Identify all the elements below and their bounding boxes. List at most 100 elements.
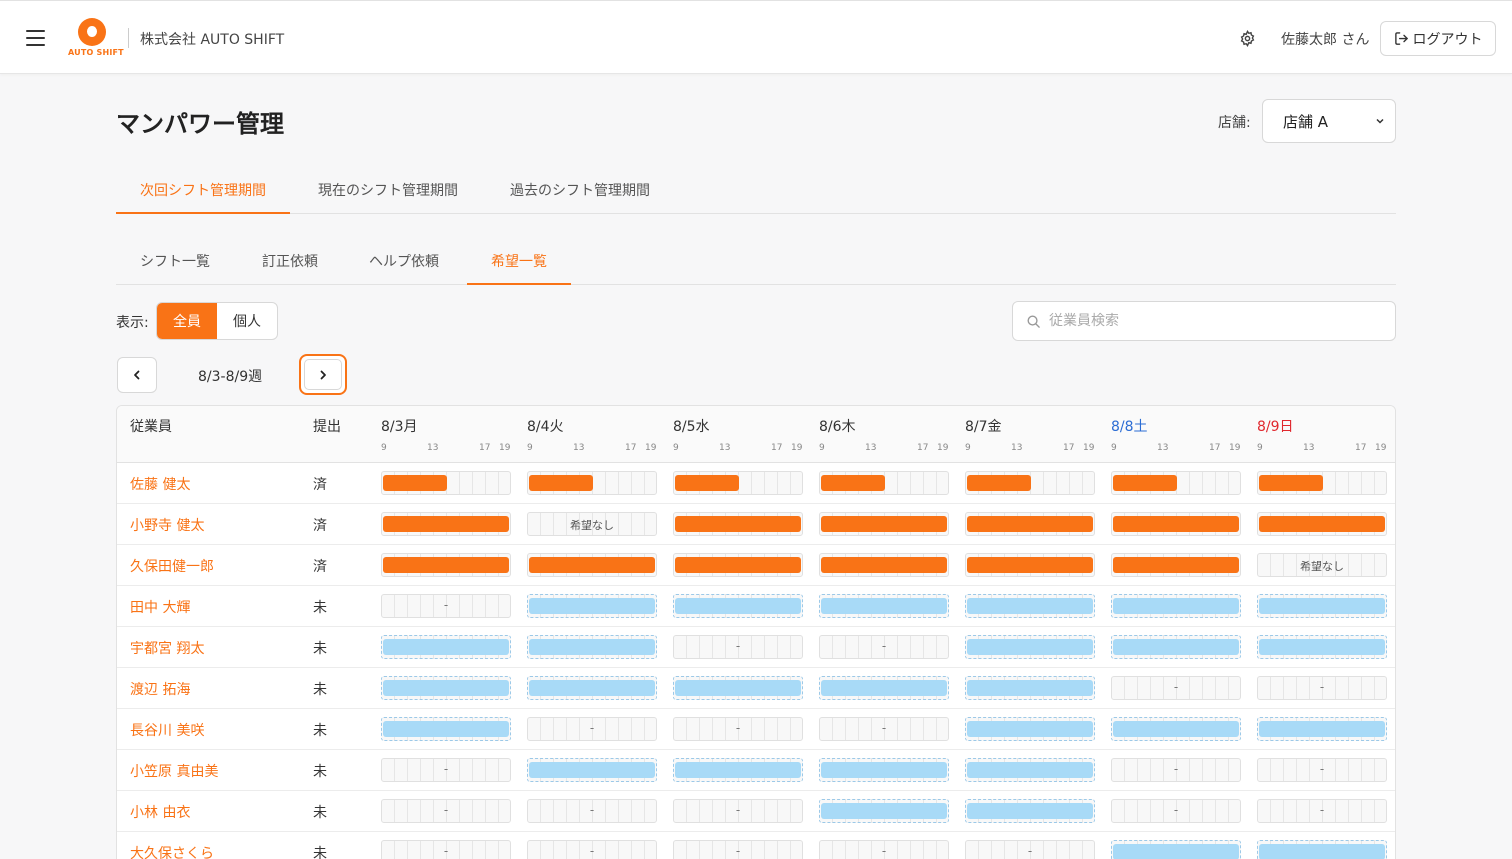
shift-request-cell[interactable] (819, 594, 949, 618)
shift-request-cell[interactable]: - (1257, 799, 1387, 823)
shift-request-cell[interactable] (527, 635, 657, 659)
shift-request-cell[interactable] (1257, 471, 1387, 495)
shift-request-cell[interactable] (965, 635, 1095, 659)
display-label: 表示: (116, 315, 149, 331)
shift-request-cell[interactable] (965, 717, 1095, 741)
employee-name-link[interactable]: 大久保さくら (130, 843, 214, 859)
shift-request-cell[interactable]: - (819, 840, 949, 859)
shift-request-cell[interactable] (819, 553, 949, 577)
shift-request-cell[interactable]: - (819, 635, 949, 659)
shift-request-cell[interactable]: - (527, 799, 657, 823)
shift-request-cell[interactable]: - (673, 840, 803, 859)
shift-request-cell[interactable] (673, 553, 803, 577)
shift-request-cell[interactable] (1111, 635, 1241, 659)
shift-request-cell[interactable] (1257, 717, 1387, 741)
toggle-all[interactable]: 全員 (157, 303, 217, 339)
shift-request-cell[interactable] (965, 594, 1095, 618)
shift-request-cell[interactable] (1111, 840, 1241, 859)
brand-logo[interactable]: AUTO SHIFT (68, 17, 124, 59)
shift-request-cell[interactable]: 希望なし (1257, 553, 1387, 577)
shift-request-cell[interactable] (1257, 512, 1387, 536)
shift-request-cell[interactable] (1111, 512, 1241, 536)
shift-request-cell[interactable]: - (381, 840, 511, 859)
shift-request-cell[interactable] (819, 471, 949, 495)
tab-request-list[interactable]: 希望一覧 (467, 238, 571, 285)
shift-request-cell[interactable] (673, 471, 803, 495)
shift-request-cell[interactable]: - (527, 717, 657, 741)
shift-request-cell[interactable] (527, 758, 657, 782)
tab-next-period[interactable]: 次回シフト管理期間 (116, 166, 290, 214)
shift-request-cell[interactable]: - (673, 717, 803, 741)
shift-request-cell[interactable]: - (673, 635, 803, 659)
shift-request-cell[interactable]: - (1111, 676, 1241, 700)
shift-request-cell[interactable]: - (381, 594, 511, 618)
previous-week-button[interactable] (117, 357, 157, 393)
shift-request-cell[interactable]: - (381, 758, 511, 782)
availability-bar (1113, 598, 1239, 614)
shift-request-cell[interactable]: - (1257, 676, 1387, 700)
shift-request-cell[interactable] (1257, 635, 1387, 659)
shift-request-cell[interactable]: - (1257, 758, 1387, 782)
shift-request-cell[interactable] (527, 471, 657, 495)
shift-request-cell[interactable] (819, 758, 949, 782)
logout-button[interactable]: ログアウト (1380, 21, 1496, 56)
shift-request-cell[interactable] (1111, 717, 1241, 741)
shift-request-cell[interactable] (527, 553, 657, 577)
shift-request-cell[interactable] (673, 758, 803, 782)
view-tabs: シフト一覧 訂正依頼 ヘルプ依頼 希望一覧 (116, 238, 1396, 285)
employee-name-link[interactable]: 小笠原 真由美 (130, 761, 218, 781)
tab-correction-requests[interactable]: 訂正依頼 (242, 238, 338, 284)
shift-request-cell[interactable] (673, 512, 803, 536)
shift-request-cell[interactable] (1111, 553, 1241, 577)
next-week-button[interactable] (299, 354, 347, 395)
shift-request-cell[interactable] (1257, 840, 1387, 859)
shift-request-cell[interactable] (965, 512, 1095, 536)
shift-request-cell[interactable] (819, 512, 949, 536)
employee-name-link[interactable]: 小林 由衣 (130, 802, 190, 822)
shift-request-cell[interactable] (965, 676, 1095, 700)
shift-request-cell[interactable]: - (965, 840, 1095, 859)
shift-request-cell[interactable] (965, 471, 1095, 495)
shift-request-cell[interactable] (673, 594, 803, 618)
employee-name-link[interactable]: 田中 大輝 (130, 597, 190, 617)
menu-icon[interactable] (26, 30, 45, 46)
shift-request-cell[interactable] (381, 512, 511, 536)
shift-request-cell[interactable]: - (819, 717, 949, 741)
employee-name-link[interactable]: 宇都宮 翔太 (130, 638, 204, 658)
shift-request-cell[interactable] (673, 676, 803, 700)
toggle-individual[interactable]: 個人 (217, 303, 277, 339)
gear-icon[interactable] (1239, 30, 1256, 47)
tab-shift-list[interactable]: シフト一覧 (116, 238, 234, 284)
store-select[interactable]: 店舗 A (1262, 99, 1396, 143)
shift-request-cell[interactable] (819, 676, 949, 700)
shift-request-cell[interactable] (1111, 471, 1241, 495)
shift-request-cell[interactable]: - (673, 799, 803, 823)
shift-request-cell[interactable]: - (381, 799, 511, 823)
shift-request-cell[interactable] (819, 799, 949, 823)
search-input[interactable] (1049, 302, 1389, 340)
shift-request-cell[interactable] (381, 676, 511, 700)
employee-name-link[interactable]: 小野寺 健太 (130, 515, 204, 535)
tab-help-requests[interactable]: ヘルプ依頼 (352, 238, 456, 284)
shift-request-cell[interactable] (381, 635, 511, 659)
employee-name-link[interactable]: 佐藤 健太 (130, 474, 190, 494)
tab-current-period[interactable]: 現在のシフト管理期間 (302, 166, 474, 213)
shift-request-cell[interactable] (381, 553, 511, 577)
shift-request-cell[interactable]: - (527, 840, 657, 859)
tab-past-period[interactable]: 過去のシフト管理期間 (494, 166, 666, 213)
shift-request-cell[interactable] (381, 717, 511, 741)
employee-name-link[interactable]: 長谷川 美咲 (130, 720, 204, 740)
employee-name-link[interactable]: 久保田健一郎 (130, 556, 214, 576)
shift-request-cell[interactable] (527, 594, 657, 618)
shift-request-cell[interactable]: - (1111, 799, 1241, 823)
shift-request-cell[interactable] (1257, 594, 1387, 618)
shift-request-cell[interactable] (1111, 594, 1241, 618)
shift-request-cell[interactable] (965, 758, 1095, 782)
shift-request-cell[interactable] (965, 799, 1095, 823)
shift-request-cell[interactable] (965, 553, 1095, 577)
shift-request-cell[interactable] (381, 471, 511, 495)
shift-request-cell[interactable]: 希望なし (527, 512, 657, 536)
employee-name-link[interactable]: 渡辺 拓海 (130, 679, 190, 699)
shift-request-cell[interactable]: - (1111, 758, 1241, 782)
shift-request-cell[interactable] (527, 676, 657, 700)
